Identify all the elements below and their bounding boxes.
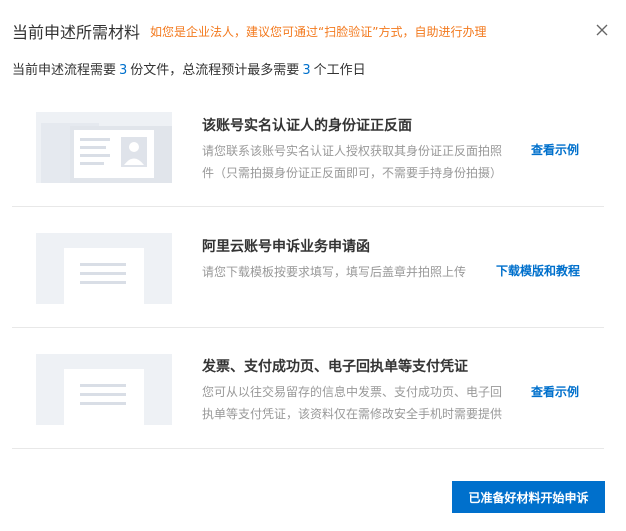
- summary-middle: 份文件，总流程预计最多需要: [130, 63, 300, 78]
- material-description: 您可从以往交易留存的信息中发票、支付成功页、电子回执单等支付凭证，该资料仅在需修…: [202, 385, 503, 421]
- material-title: 发票、支付成功页、电子回执单等支付凭证: [202, 359, 468, 375]
- dialog-header: 当前申述所需材料 如您是企业法人，建议您可通过“扫脸验证”方式，自助进行办理: [12, 19, 614, 43]
- face-verification-notice: 如您是企业法人，建议您可通过“扫脸验证”方式，自助进行办理: [150, 24, 487, 39]
- file-count: 3: [119, 63, 128, 78]
- close-icon: [596, 24, 608, 36]
- materials-dialog: 当前申述所需材料 如您是企业法人，建议您可通过“扫脸验证”方式，自助进行办理 当…: [0, 0, 626, 531]
- view-example-link[interactable]: 查看示例: [531, 383, 579, 400]
- material-description: 请您下载模板按要求填写，填写后盖章并拍照上传: [202, 265, 467, 279]
- material-thumbnail: [36, 233, 172, 304]
- summary-suffix: 个工作日: [313, 63, 366, 78]
- material-title: 阿里云账号申诉业务申请函: [202, 239, 370, 255]
- material-item-payment-proof: 发票、支付成功页、电子回执单等支付凭证 您可从以往交易留存的信息中发票、支付成功…: [12, 328, 604, 449]
- material-thumbnail: [36, 354, 172, 425]
- close-button[interactable]: [592, 20, 612, 40]
- id-card-icon: [36, 112, 172, 183]
- download-template-link[interactable]: 下载模版和教程: [496, 262, 580, 279]
- dialog-title: 当前申述所需材料: [12, 23, 141, 42]
- summary-prefix: 当前申述流程需要: [12, 63, 117, 78]
- document-icon: [36, 233, 172, 304]
- view-example-link[interactable]: 查看示例: [531, 141, 579, 158]
- process-summary: 当前申述流程需要 3 份文件，总流程预计最多需要 3 个工作日: [12, 59, 366, 78]
- material-thumbnail: [36, 112, 172, 183]
- material-item-appeal-letter: 阿里云账号申诉业务申请函 请您下载模板按要求填写，填写后盖章并拍照上传 下载模版…: [12, 207, 604, 328]
- materials-list: 该账号实名认证人的身份证正反面 请您联系该账号实名认证人授权获取其身份证正反面拍…: [12, 86, 604, 449]
- start-appeal-button[interactable]: 已准备好材料开始申诉: [452, 481, 605, 513]
- day-count: 3: [302, 63, 311, 78]
- material-description: 请您联系该账号实名认证人授权获取其身份证正反面拍照件（只需拍摄身份证正反面即可，…: [202, 144, 503, 180]
- material-title: 该账号实名认证人的身份证正反面: [202, 118, 412, 134]
- document-icon: [36, 354, 172, 425]
- material-item-id-card: 该账号实名认证人的身份证正反面 请您联系该账号实名认证人授权获取其身份证正反面拍…: [12, 86, 604, 207]
